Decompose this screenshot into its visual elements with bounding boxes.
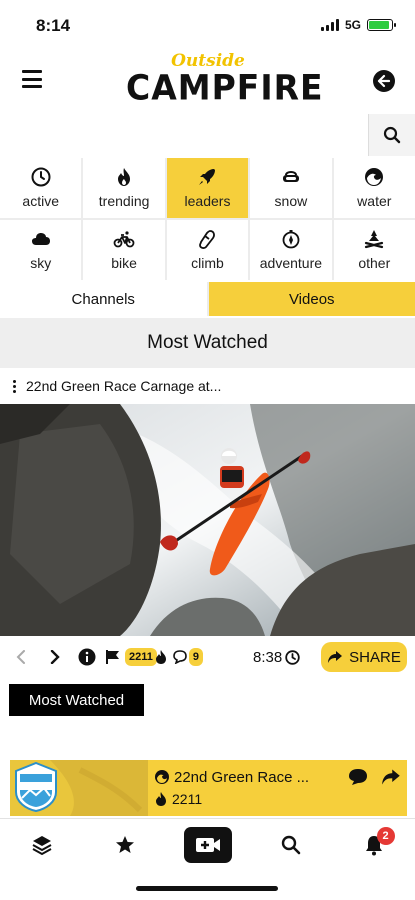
carabiner-icon (199, 230, 216, 249)
tab-channels[interactable]: Channels (0, 282, 207, 316)
green-race-badge-icon (15, 762, 57, 812)
search-icon[interactable] (369, 114, 415, 156)
duration-display: 8:38 (253, 649, 300, 666)
share-arrow-icon[interactable] (381, 768, 401, 791)
category-label: sky (30, 255, 52, 271)
rocket-icon (199, 169, 216, 185)
wave-icon (365, 168, 384, 186)
flame-icon (156, 792, 166, 806)
now-playing-thumbnail (10, 760, 148, 816)
category-grid: active trending leaders snow water sky b… (0, 158, 415, 280)
category-trending[interactable]: trending (83, 158, 165, 218)
status-bar: 8:14 5G (0, 0, 415, 50)
now-playing-title-row: 22nd Green Race ... (154, 766, 341, 788)
now-playing-count-row: 2211 (154, 788, 341, 810)
battery-level (369, 21, 389, 29)
now-playing-info: 22nd Green Race ... 2211 (148, 760, 341, 816)
previous-icon[interactable] (12, 650, 30, 664)
flame-icon (118, 168, 131, 186)
tab-layers[interactable] (17, 825, 67, 865)
category-active[interactable]: active (0, 158, 82, 218)
layers-icon (32, 835, 51, 855)
views-counter: 2211 (125, 648, 167, 666)
category-label: active (22, 193, 59, 209)
view-count: 2211 (125, 648, 157, 666)
tab-notifications[interactable]: 2 (349, 825, 399, 865)
comment-icon[interactable] (348, 768, 368, 791)
bottom-tab-bar: 2 (0, 818, 415, 870)
now-playing-count: 2211 (172, 791, 203, 807)
comments-counter[interactable]: 9 (173, 648, 203, 666)
category-label: trending (98, 193, 150, 209)
now-playing-title: 22nd Green Race ... (174, 768, 310, 786)
notification-badge: 2 (376, 826, 395, 845)
category-bike[interactable]: bike (83, 220, 165, 280)
now-playing-actions (341, 760, 407, 816)
more-options-icon[interactable] (2, 379, 26, 393)
status-time: 8:14 (36, 16, 71, 35)
compass-icon (282, 230, 300, 249)
home-indicator (136, 886, 278, 891)
video-add-icon (183, 826, 232, 863)
video-controls: 2211 9 8:38 SHARE (0, 640, 415, 674)
category-label: other (358, 255, 391, 271)
star-icon (115, 835, 134, 853)
category-label: climb (191, 255, 224, 271)
info-icon[interactable] (78, 648, 96, 666)
flag-icon[interactable] (105, 649, 121, 665)
tab-videos[interactable]: Videos (208, 282, 415, 316)
goggles-icon (282, 171, 299, 182)
comment-icon (173, 650, 187, 664)
back-arrow-icon[interactable] (373, 70, 395, 92)
clock-icon (285, 649, 300, 665)
campfire-icon (365, 230, 384, 249)
flame-icon (155, 650, 166, 664)
video-title[interactable]: 22nd Green Race Carnage at... (26, 378, 221, 394)
category-water[interactable]: water (333, 158, 415, 218)
hamburger-icon[interactable] (22, 70, 42, 88)
app-logo: Outside CAMPFIRE (126, 52, 324, 108)
clock-icon (31, 167, 51, 187)
comment-count: 9 (188, 648, 203, 666)
next-icon[interactable] (46, 650, 64, 664)
category-label: snow (274, 193, 308, 209)
category-label: water (357, 193, 392, 209)
category-sky[interactable]: sky (0, 220, 82, 280)
status-indicators: 5G (320, 18, 396, 32)
category-other[interactable]: other (333, 220, 415, 280)
bicycle-icon (113, 231, 135, 248)
category-label: leaders (184, 193, 231, 209)
share-button[interactable]: SHARE (321, 642, 407, 672)
search-input[interactable] (0, 114, 369, 156)
share-label: SHARE (349, 648, 401, 666)
category-adventure[interactable]: adventure (250, 220, 332, 280)
channels-videos-toggle: Channels Videos (0, 282, 415, 316)
app-header: Outside CAMPFIRE (0, 50, 415, 112)
cloud-icon (31, 233, 50, 245)
section-title: Most Watched (147, 332, 268, 353)
video-thumbnail (0, 404, 415, 636)
network-label: 5G (344, 18, 361, 32)
search-icon (281, 835, 300, 854)
battery-icon (367, 19, 396, 31)
video-player[interactable] (0, 404, 415, 636)
section-header: Most Watched (0, 318, 415, 368)
now-playing-bar[interactable]: 22nd Green Race ... 2211 (10, 760, 407, 816)
signal-icon (320, 19, 339, 31)
category-label: bike (111, 255, 137, 271)
tab-favorites[interactable] (100, 825, 150, 865)
search-bar (0, 114, 415, 156)
tab-search[interactable] (266, 825, 316, 865)
category-leaders[interactable]: leaders (166, 158, 249, 218)
tab-add-video[interactable] (183, 825, 233, 865)
video-title-row: 22nd Green Race Carnage at... (0, 368, 415, 404)
playlist-tag[interactable]: Most Watched (9, 684, 144, 716)
share-arrow-icon (328, 651, 343, 663)
logo-campfire: CAMPFIRE (126, 67, 324, 108)
category-snow[interactable]: snow (250, 158, 332, 218)
wave-icon (155, 770, 169, 784)
category-climb[interactable]: climb (166, 220, 249, 280)
category-label: adventure (259, 255, 323, 271)
video-duration: 8:38 (253, 648, 283, 666)
